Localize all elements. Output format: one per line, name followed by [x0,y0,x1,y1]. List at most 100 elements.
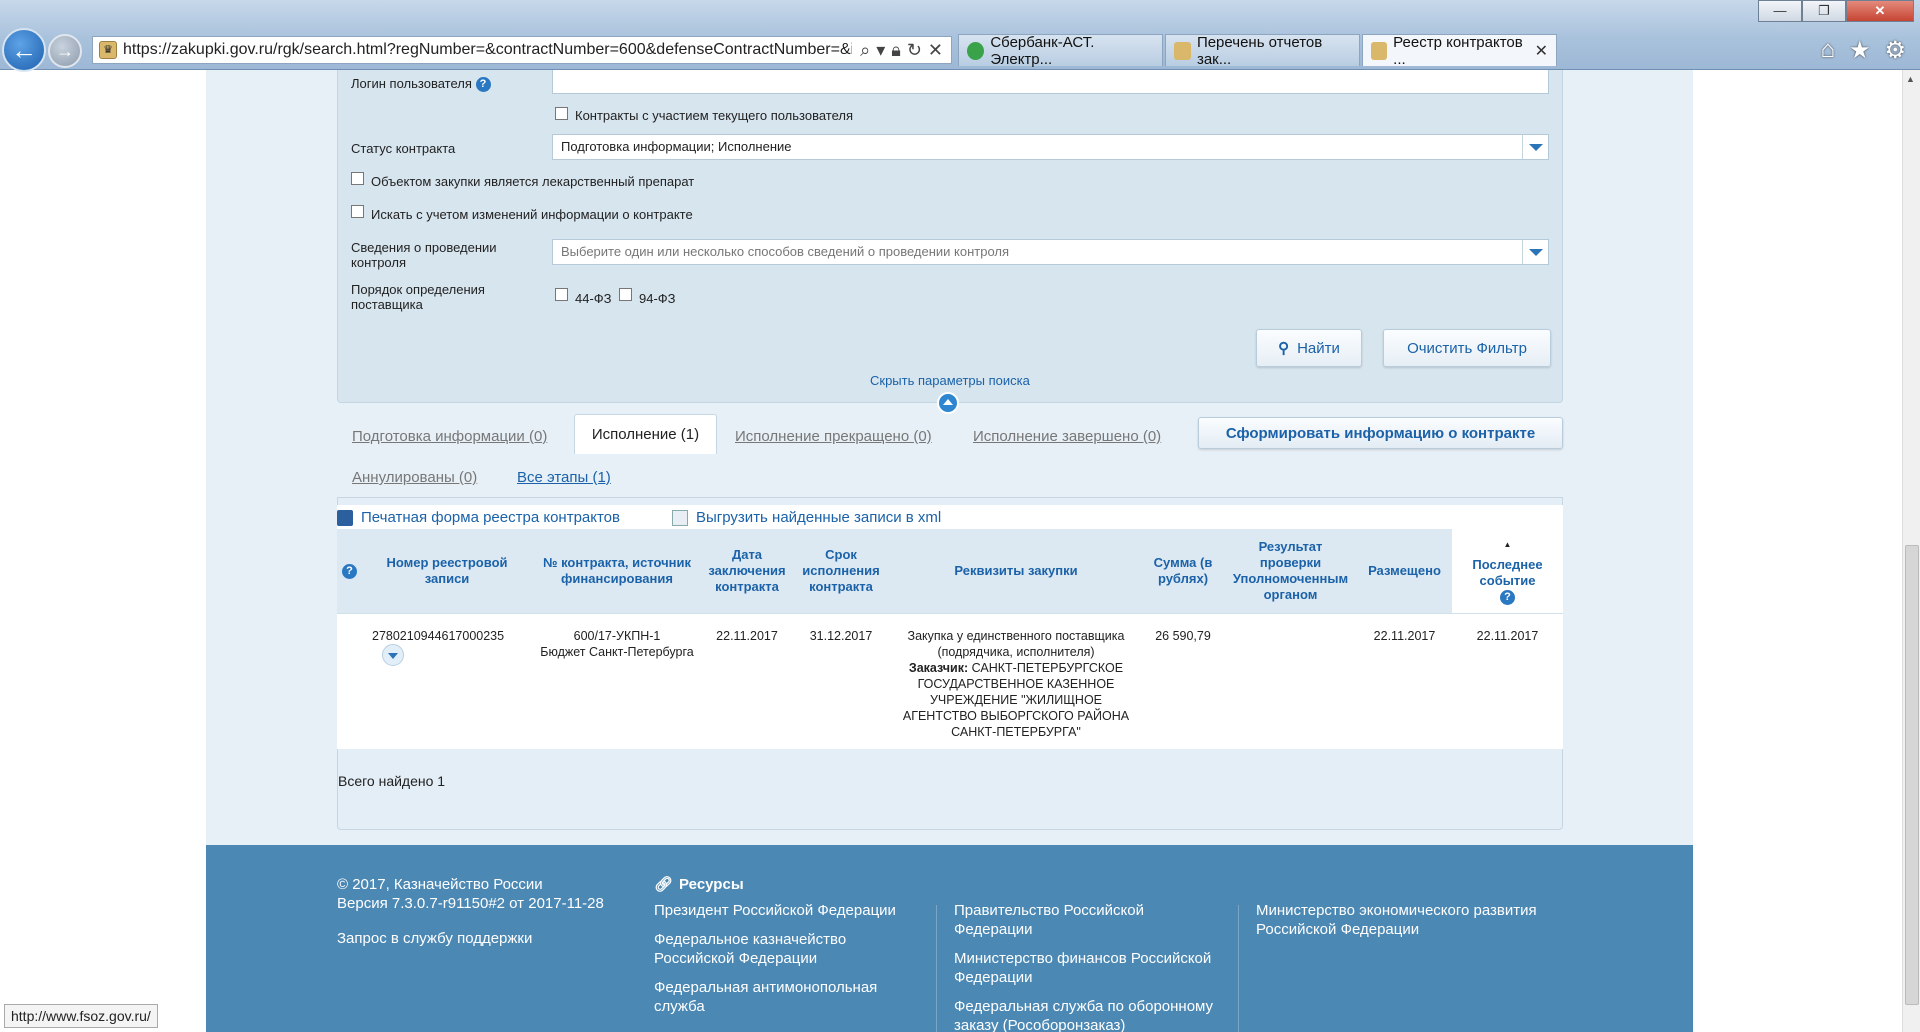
find-button[interactable]: ⚲ Найти [1256,329,1362,367]
help-icon[interactable]: ? [342,563,357,579]
url-text[interactable]: https://zakupki.gov.ru/rgk/search.html?r… [123,41,852,59]
browser-tab-registry[interactable]: Реестр контрактов ... ✕ [1362,33,1557,68]
due-date: 31.12.2017 [792,612,890,749]
col-last-event-label: Последнее событие [1472,556,1543,588]
changes-checkbox[interactable] [351,205,364,218]
fz94-checkbox[interactable] [619,288,632,301]
chevron-down-icon[interactable] [1522,240,1548,264]
col-last-event[interactable]: ▲ Последнее событие ? [1452,529,1563,613]
help-icon[interactable]: ? [475,77,491,93]
check-result [1224,612,1357,749]
export-xml-link[interactable]: Выгрузить найденные записи в xml [672,509,941,526]
sort-arrow-icon: ▲ [1503,539,1512,549]
print-form-label: Печатная форма реестра контрактов [361,509,620,526]
search-filter-panel: Логин пользователя ? Контракты с участие… [337,70,1563,403]
col-date-concluded[interactable]: Дата заключения контракта [702,529,792,613]
tab-terminated[interactable]: Исполнение прекращено (0) [735,428,932,445]
clear-filter-button[interactable]: Очистить Фильтр [1383,329,1551,367]
window-close-button[interactable]: ✕ [1846,0,1914,22]
login-input[interactable] [552,70,1549,94]
tab-preparation[interactable]: Подготовка информации (0) [352,428,547,445]
col-reg-number[interactable]: Номер реестровой записи [362,529,532,613]
col-check-result[interactable]: Результат проверки Уполномоченным органо… [1224,529,1357,613]
browser-tab-reports[interactable]: Перечень отчетов зак... [1165,34,1360,68]
tab-label: Реестр контрактов ... [1393,33,1523,68]
gear-icon[interactable]: ⚙ [1884,36,1906,65]
star-icon[interactable]: ★ [1849,36,1871,65]
sum: 26 590,79 [1142,612,1224,749]
date-concluded: 22.11.2017 [702,612,792,749]
stop-icon[interactable]: ✕ [928,40,943,61]
footer-link-treasury[interactable]: Федеральное казначейство Российской Феде… [654,930,904,968]
search-icon: ⚲ [1278,340,1290,357]
col-contract-number[interactable]: № контракта, источник финансирования [532,529,702,613]
lock-icon[interactable]: 🔒︎ [891,40,901,61]
control-select[interactable]: Выберите один или несколько способов све… [552,239,1549,265]
col-posted[interactable]: Размещено [1357,529,1452,613]
fz44-checkbox[interactable] [555,288,568,301]
tab-label: Сбербанк-АСТ. Электр... [990,33,1095,68]
hide-search-params-link[interactable]: Скрыть параметры поиска [870,373,1030,388]
col-requisites[interactable]: Реквизиты закупки [890,529,1142,613]
help-icon-cell: ? [337,529,362,613]
tab-completed[interactable]: Исполнение завершено (0) [973,428,1161,445]
purchase-method: Закупка у единственного поставщика (подр… [907,628,1125,659]
chevron-down-icon[interactable] [1522,135,1548,159]
link-icon: 🔗︎ [654,876,674,893]
procedure-label: Порядок определения поставщика [351,282,485,312]
maximize-button[interactable]: ❐ [1802,0,1846,22]
tab-execution[interactable]: Исполнение (1) [574,414,717,454]
reg-number[interactable]: 2780210944617000235 [372,629,504,643]
browser-status-url: http://www.fsoz.gov.ru/ [4,1004,158,1028]
home-icon[interactable]: ⌂ [1820,36,1835,65]
page-scrollbar[interactable]: ▲ [1902,70,1920,1032]
footer-link-president[interactable]: Президент Российской Федерации [654,901,904,920]
chevron-down-icon[interactable] [382,643,404,666]
footer-divider [936,905,937,1032]
col-sum[interactable]: Сумма (в рублях) [1142,529,1224,613]
help-icon[interactable]: ? [1500,589,1515,605]
scroll-up-icon[interactable]: ▲ [1906,74,1915,84]
forward-icon[interactable]: → [48,34,82,68]
search-icon[interactable]: ⌕ [860,40,870,61]
form-contract-info-button[interactable]: Сформировать информацию о контракте [1198,417,1563,449]
footer-link-rosoboronzakaz[interactable]: Федеральная служба по оборонному заказу … [954,997,1224,1032]
status-select[interactable]: Подготовка информации; Исполнение [552,134,1549,160]
tab-all-stages[interactable]: Все этапы (1) [517,469,611,486]
refresh-icon[interactable]: ↻ [907,40,922,61]
drug-checkbox[interactable] [351,172,364,185]
tab-close-icon[interactable]: ✕ [1535,41,1548,61]
scrollbar-thumb[interactable] [1905,545,1919,1005]
last-event-date: 22.11.2017 [1452,612,1563,749]
contract-number[interactable]: 600/17-УКПН-1 [536,628,698,644]
chevron-up-icon[interactable] [937,392,959,414]
tab-cancelled[interactable]: Аннулированы (0) [352,469,477,486]
footer-link-government[interactable]: Правительство Российской Федерации [954,901,1224,939]
save-icon [337,509,353,526]
footer-link-fas[interactable]: Федеральная антимонопольная служба [654,978,904,1016]
fz94-label: 94-ФЗ [639,291,676,306]
login-label-text: Логин пользователя [351,76,472,91]
version: Версия 7.3.0.7-r91150#2 от 2017-11-28 [337,895,604,912]
changes-label: Искать с учетом изменений информации о к… [371,207,693,222]
dropdown-icon[interactable]: ▾ [876,40,885,61]
browser-tab-sberbank[interactable]: Сбербанк-АСТ. Электр... [958,33,1163,68]
back-icon[interactable]: ← [2,28,46,72]
customer-block: Заказчик: САНКТ-ПЕТЕРБУРГСКОЕ ГОСУДАРСТВ… [894,660,1138,740]
footer-link-minfin[interactable]: Министерство финансов Российской Федерац… [954,949,1224,987]
table-header-row: ? Номер реестровой записи № контракта, и… [337,529,1563,613]
col-due-date[interactable]: Срок исполнения контракта [792,529,890,613]
address-bar[interactable]: ♛ https://zakupki.gov.ru/rgk/search.html… [92,36,952,64]
footer-divider [1238,905,1239,1032]
current-user-checkbox[interactable] [555,107,568,120]
support-link[interactable]: Запрос в службу поддержки [337,929,532,948]
funding-source: Бюджет Санкт-Петербурга [540,644,694,659]
footer-link-mineconomy[interactable]: Министерство экономического развития Рос… [1256,901,1556,939]
print-form-link[interactable]: Печатная форма реестра контрактов [337,509,620,526]
control-label: Сведения о проведении контроля [351,240,497,270]
total-found: Всего найдено 1 [338,773,446,789]
contract-number-cell: 600/17-УКПН-1 Бюджет Санкт-Петербурга [532,612,702,749]
export-xml-label: Выгрузить найденные записи в xml [696,509,942,526]
status-value: Подготовка информации; Исполнение [561,139,792,154]
minimize-button[interactable]: — [1758,0,1802,22]
